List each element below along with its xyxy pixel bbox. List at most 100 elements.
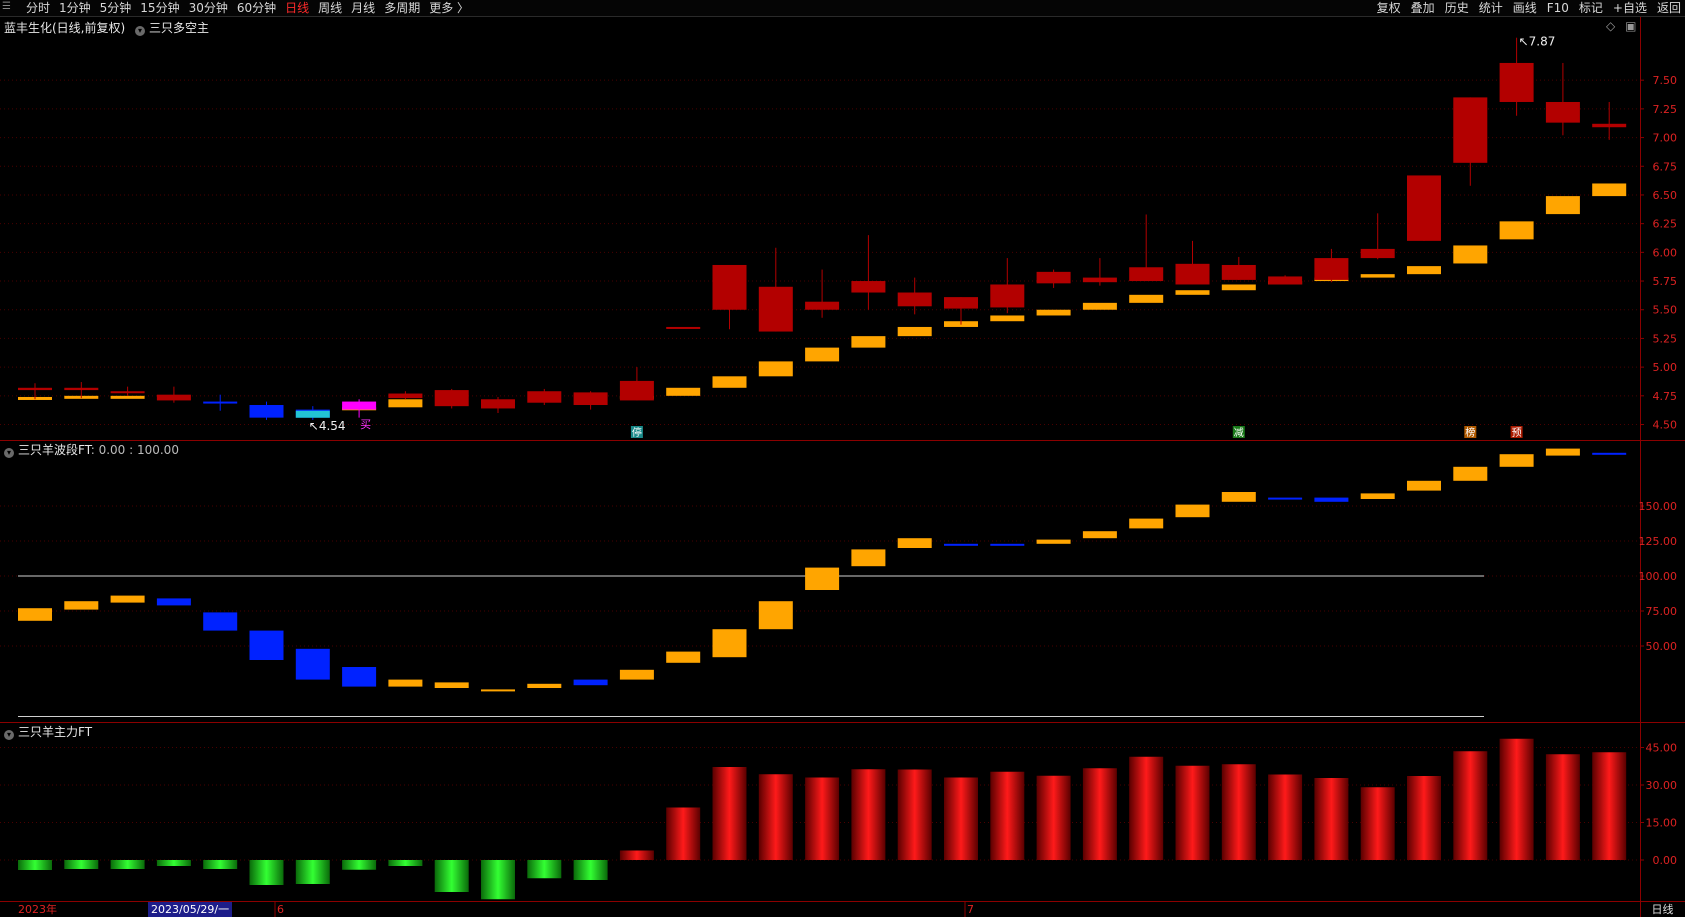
s1-bar-23 (1082, 531, 1117, 539)
main-axis-label-2: 5.00 (1653, 361, 1678, 374)
s2-bar-11 (527, 860, 562, 879)
s1-bar-28 (1314, 497, 1349, 502)
s2-bar-0 (18, 860, 52, 870)
candle-body-31 (1453, 97, 1488, 163)
chart-canvas[interactable]: 4.50 4.75 5.00 5.25 5.50 5.75 6.00 6.25 6.50 6.75… (0, 0, 1685, 917)
s1-bar-21 (990, 543, 1025, 546)
candle-body-25 (1175, 263, 1210, 285)
s2-bar-24 (1129, 756, 1164, 860)
support-bar-32 (1499, 221, 1534, 240)
s1-bar-1 (64, 601, 99, 610)
s2-bar-9 (434, 860, 469, 892)
main-axis-label-9: 6.75 (1653, 160, 1678, 173)
s2-bar-27 (1268, 774, 1303, 860)
time-axis: 2023年 2023/05/29/一 6 7 (0, 902, 1640, 917)
candle-body-0 (18, 387, 52, 391)
s1-bar-4 (203, 612, 238, 631)
s1-axis-label-2: 100.00 (1639, 570, 1678, 583)
candle-body-27 (1268, 276, 1303, 285)
s2-bar-25 (1175, 765, 1210, 860)
buy-signal-marker: 买 (360, 418, 371, 431)
s2-bar-20 (944, 777, 978, 860)
s1-bar-16 (758, 601, 793, 630)
candle-body-20 (944, 297, 978, 309)
month-7-label: 7 (967, 903, 974, 916)
support-bar-26 (1221, 284, 1256, 291)
candle-body-29 (1360, 248, 1395, 259)
s2-bar-28 (1314, 778, 1349, 860)
s2-bar-5 (249, 860, 284, 885)
candle-body-5 (249, 405, 284, 418)
event-marker-0: 停 (632, 426, 642, 439)
s1-bar-22 (1036, 539, 1071, 544)
s2-bar-7 (342, 860, 377, 870)
s2-bar-29 (1360, 787, 1395, 860)
s1-axis-label-0: 50.00 (1646, 640, 1678, 653)
s1-bar-5 (249, 630, 284, 660)
candle-body-34 (1592, 123, 1627, 128)
candle-body-17 (805, 301, 840, 310)
s2-bar-21 (990, 771, 1025, 860)
s2-bar-22 (1036, 775, 1071, 860)
candle-body-7 (342, 401, 377, 410)
candle-body-4 (203, 401, 238, 404)
candle-body-14 (666, 326, 701, 329)
s2-axis-label-3: 45.00 (1646, 742, 1678, 755)
s1-bar-3 (156, 598, 191, 606)
s1-bar-30 (1407, 480, 1441, 491)
s1-axis-label-4: 150.00 (1639, 500, 1678, 513)
event-marker-3: 预 (1512, 427, 1522, 439)
s1-bar-33 (1545, 448, 1580, 456)
s2-bar-26 (1221, 764, 1256, 860)
main-axis-label-4: 5.50 (1653, 304, 1678, 317)
candle-body-9 (434, 390, 469, 407)
s1-bar-8 (388, 679, 423, 687)
s1-bar-13 (619, 669, 654, 680)
event-marker-1: 减 (1234, 427, 1244, 439)
s2-bar-32 (1499, 738, 1534, 860)
period-label[interactable]: 日线 (1640, 902, 1685, 917)
main-axis-label-6: 6.00 (1653, 246, 1678, 259)
support-bar-17 (805, 347, 840, 362)
s1-bar-15 (712, 629, 747, 658)
s1-axis-label-3: 125.00 (1639, 535, 1678, 548)
s1-bar-26 (1221, 492, 1256, 502)
low-price-annotation: ↖4.54 (309, 419, 346, 433)
s2-bar-17 (805, 777, 840, 860)
support-bar-15 (712, 376, 747, 388)
main-axis-label-7: 6.25 (1653, 218, 1678, 231)
candle-body-30 (1407, 175, 1441, 241)
s2-bar-8 (388, 860, 423, 866)
low-highlight-bar (295, 410, 330, 418)
s2-bar-16 (758, 774, 793, 860)
main-axis-label-8: 6.50 (1653, 189, 1678, 202)
s2-bar-31 (1453, 751, 1488, 860)
candle-body-23 (1082, 277, 1117, 283)
candle-body-10 (481, 399, 515, 409)
s1-axis-label-1: 75.00 (1646, 605, 1678, 618)
candle-body-3 (156, 394, 191, 401)
candle-body-15 (712, 264, 747, 310)
s1-bar-27 (1268, 497, 1303, 500)
main-axis-label-1: 4.75 (1653, 390, 1678, 403)
support-bar-22 (1036, 309, 1071, 316)
s2-bar-13 (619, 850, 654, 860)
main-axis-label-5: 5.75 (1653, 275, 1678, 288)
candle-body-26 (1221, 264, 1256, 280)
s2-bar-15 (712, 767, 747, 860)
s1-bar-2 (110, 595, 145, 603)
s1-bar-18 (851, 549, 886, 567)
support-bar-23 (1082, 302, 1117, 310)
support-bar-30 (1407, 266, 1441, 275)
support-bar-14 (666, 387, 701, 396)
candle-body-16 (758, 286, 793, 332)
s2-bar-33 (1545, 754, 1580, 860)
main-axis-label-11: 7.25 (1653, 103, 1678, 116)
s1-bar-11 (527, 683, 562, 688)
s2-bar-34 (1592, 752, 1627, 860)
year-label: 2023年 (18, 903, 57, 916)
support-bar-2 (110, 395, 145, 399)
candle-body-22 (1036, 271, 1071, 284)
s2-bar-19 (897, 769, 932, 860)
s2-axis-label-1: 15.00 (1646, 817, 1678, 830)
